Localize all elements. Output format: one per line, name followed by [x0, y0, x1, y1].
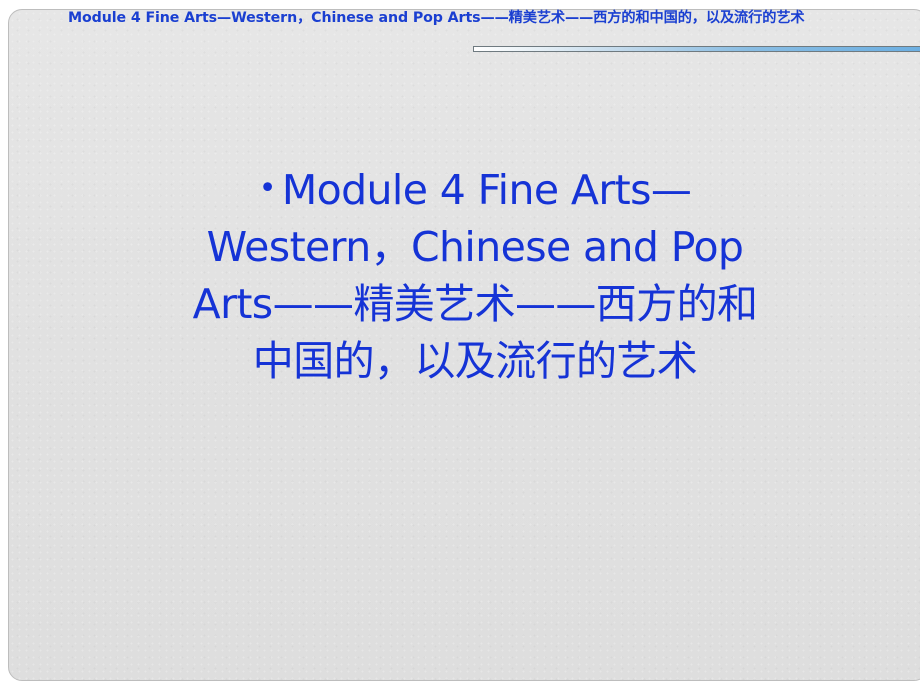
main-title-line-1: • Module 4 Fine Arts— — [150, 160, 800, 219]
slide-main-title: • Module 4 Fine Arts— Western，Chinese and… — [150, 160, 800, 390]
main-title-line-2: Western，Chinese and Pop — [206, 223, 744, 271]
bullet-icon: • — [258, 171, 277, 206]
slide-header-title: Module 4 Fine Arts—Western，Chinese and P… — [68, 10, 805, 26]
main-title-line-3: Arts——精美艺术——西方的和 — [192, 280, 758, 328]
main-title-line-4: 中国的，以及流行的艺术 — [252, 337, 698, 385]
main-title-line-1-text: Module 4 Fine Arts— — [281, 166, 692, 214]
header-divider-line — [473, 46, 920, 52]
